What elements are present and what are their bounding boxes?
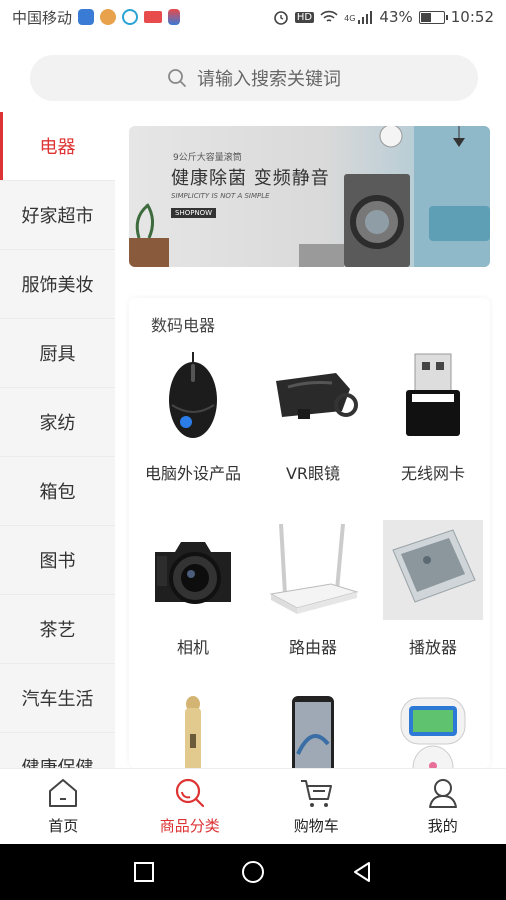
app-notification-icon — [100, 9, 117, 25]
wifi-icon — [320, 10, 338, 22]
product-cell-router[interactable]: 路由器 — [255, 520, 371, 680]
battery-icon — [418, 10, 448, 24]
sidebar-item-apparel-beauty[interactable]: 服饰美妆 — [0, 250, 115, 319]
product-label: 无线网卡 — [400, 464, 465, 483]
home-icon — [49, 779, 78, 807]
sidebar-item-auto[interactable]: 汽车生活 — [0, 664, 115, 733]
sidebar-item-label: 箱包 — [39, 482, 76, 503]
camera-icon — [143, 520, 243, 620]
sidebar-item-supermarket[interactable]: 好家超市 — [0, 181, 115, 250]
cart-icon — [301, 780, 333, 807]
search-icon — [168, 69, 186, 87]
robot-icon — [383, 694, 483, 768]
product-cell-phone[interactable] — [255, 694, 371, 768]
product-category-panel: 数码电器 电脑外设产品 VR眼镜 无线网卡 相机 路由器 播放器 — [129, 298, 490, 768]
tab-label: 首页 — [48, 817, 79, 835]
hd-badge: HD — [294, 11, 315, 23]
alarm-icon — [274, 11, 288, 25]
sidebar-item-label: 电器 — [39, 137, 76, 158]
recents-icon[interactable] — [132, 860, 156, 884]
sidebar-item-home-textiles[interactable]: 家纺 — [0, 388, 115, 457]
battery-fill — [420, 12, 432, 22]
app-notification-icon — [122, 9, 139, 25]
sidebar-item-bags[interactable]: 箱包 — [0, 457, 115, 526]
tab-categories[interactable]: 商品分类 — [127, 769, 254, 844]
product-cell-robot[interactable] — [375, 694, 490, 768]
product-cell-camera[interactable]: 相机 — [135, 520, 251, 680]
promo-banner[interactable]: 9公斤大容量滚筒 健康除菌 变频静音 SIMPLICITY IS NOT A S… — [129, 126, 490, 267]
clock: 10:52 — [450, 8, 494, 26]
sidebar-item-label: 汽车生活 — [21, 689, 94, 710]
product-label: 播放器 — [408, 638, 457, 657]
phone-icon — [263, 694, 363, 768]
mouse-icon — [143, 346, 243, 446]
sidebar-item-books[interactable]: 图书 — [0, 526, 115, 595]
status-bar: 中国移动 HD 4G 43% 10:52 — [0, 0, 506, 34]
usb-wifi-adapter-icon — [383, 346, 483, 446]
product-grid: 电脑外设产品 VR眼镜 无线网卡 相机 路由器 播放器 — [129, 346, 490, 768]
sidebar-item-label: 图书 — [39, 551, 76, 572]
banner-small-text: 9公斤大容量滚筒 — [173, 153, 242, 163]
product-cell-wifi-adapter[interactable]: 无线网卡 — [375, 346, 490, 506]
product-cell-microphone[interactable] — [135, 694, 251, 768]
home-button-icon[interactable] — [240, 859, 266, 885]
microphone-icon — [143, 694, 243, 768]
product-cell-vr[interactable]: VR眼镜 — [255, 346, 371, 506]
status-right: HD 4G 43% 10:52 — [273, 8, 494, 26]
search-placeholder: 请输入搜索关键词 — [197, 69, 341, 90]
banner-shop-button[interactable]: SHOPNOW — [171, 208, 217, 218]
back-icon[interactable] — [350, 860, 374, 884]
sidebar-item-appliances[interactable]: 电器 — [0, 112, 115, 181]
product-label: 电脑外设产品 — [144, 464, 241, 483]
bottom-tab-bar: 首页 商品分类 购物车 我的 — [0, 768, 506, 844]
sidebar-item-label: 服饰美妆 — [21, 275, 94, 296]
status-left: 中国移动 — [12, 7, 181, 28]
user-icon — [428, 779, 457, 808]
search-bar[interactable]: 请输入搜索关键词 — [30, 55, 478, 101]
sidebar-item-label: 家纺 — [39, 413, 76, 434]
category-sidebar: 电器 好家超市 服饰美妆 厨具 家纺 箱包 图书 茶艺 汽车生活 健康保健 — [0, 112, 115, 768]
system-nav-bar — [0, 844, 506, 900]
banner-subtitle: SIMPLICITY IS NOT A SIMPLE — [171, 192, 270, 200]
product-label: 相机 — [176, 638, 209, 657]
product-label: 路由器 — [288, 638, 337, 657]
router-icon — [263, 520, 363, 620]
category-search-icon — [175, 778, 204, 808]
app-notification-icon — [168, 9, 181, 25]
tab-cart[interactable]: 购物车 — [253, 769, 380, 844]
product-label: VR眼镜 — [285, 464, 341, 483]
sidebar-item-health[interactable]: 健康保健 — [0, 733, 115, 768]
network-type: 4G — [344, 14, 356, 23]
sidebar-item-label: 健康保健 — [22, 754, 94, 768]
vr-headset-icon — [263, 346, 363, 446]
signal-icon — [358, 11, 373, 24]
tab-label: 购物车 — [293, 817, 339, 835]
product-cell-player[interactable]: 播放器 — [375, 520, 490, 680]
product-cell-peripherals[interactable]: 电脑外设产品 — [135, 346, 251, 506]
tab-home[interactable]: 首页 — [0, 769, 127, 844]
tab-profile[interactable]: 我的 — [380, 769, 506, 844]
sidebar-item-label: 好家超市 — [21, 206, 94, 227]
tab-label: 我的 — [427, 817, 458, 835]
carrier-name: 中国移动 — [12, 8, 73, 27]
shield-app-icon — [78, 9, 95, 25]
sidebar-item-tea[interactable]: 茶艺 — [0, 595, 115, 664]
section-title: 数码电器 — [151, 316, 216, 335]
tab-label: 商品分类 — [159, 817, 220, 835]
banner-title: 健康除菌 变频静音 — [171, 168, 330, 189]
sidebar-item-label: 厨具 — [39, 344, 76, 365]
media-player-icon — [383, 520, 483, 620]
sidebar-item-kitchenware[interactable]: 厨具 — [0, 319, 115, 388]
app-notification-icon — [144, 11, 163, 23]
battery-percent: 43% — [379, 8, 413, 26]
sidebar-item-label: 茶艺 — [39, 620, 76, 641]
